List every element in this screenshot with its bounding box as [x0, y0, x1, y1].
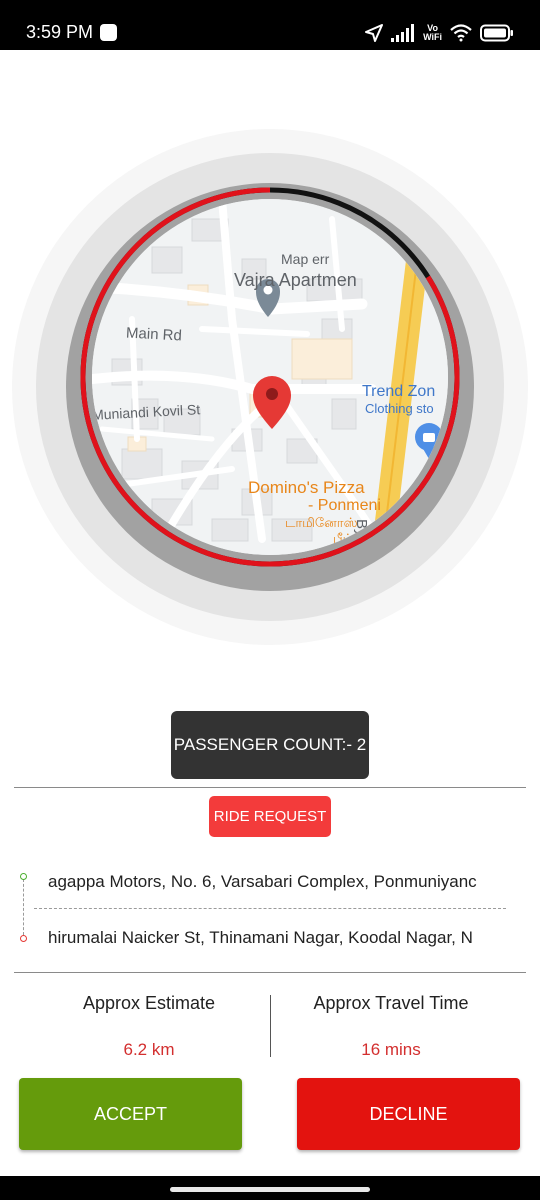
distance-value: 6.2 km: [123, 1040, 175, 1059]
map-label-trend: Trend Zon: [362, 383, 436, 400]
map-label-vajra: Vajra Apartmen: [234, 270, 357, 290]
map-error-label: Map err: [281, 251, 330, 267]
map-label-clothing: Clothing sto: [365, 401, 434, 416]
passenger-count-text: PASSENGER COUNT:- 2: [173, 735, 367, 754]
map-label-bypass: Bypas: [353, 519, 370, 555]
map-area: Map err Vajra Apartmen Main Rd Muniandi …: [0, 50, 540, 700]
map-label-dominos: Domino's Pizza: [248, 478, 365, 497]
map-label-main-rd: Main Rd: [125, 324, 183, 345]
pickup-address: agappa Motors, No. 6, Varsabari Complex,…: [48, 872, 477, 891]
decline-button[interactable]: DECLINE: [297, 1078, 520, 1150]
divider: [14, 972, 526, 973]
passenger-count-badge: PASSENGER COUNT:- 2: [171, 711, 369, 779]
map-label-dominos-3: டாமினோஸ்: [285, 515, 358, 530]
battery-icon: [480, 24, 513, 42]
distance-label: Approx Estimate: [82, 993, 216, 1013]
wifi-icon: [450, 24, 472, 42]
status-icons: Vo WiFi: [365, 20, 514, 46]
map-streets: [92, 199, 448, 555]
map-label-dominos-2: - Ponmeni: [308, 497, 381, 514]
divider: [14, 787, 526, 788]
signal-icon: [391, 24, 415, 42]
route-connector: [23, 879, 24, 935]
app-notification-icon: [100, 24, 117, 41]
decline-label: DECLINE: [369, 1103, 448, 1124]
time-value: 16 mins: [361, 1040, 421, 1059]
time-label: Approx Travel Time: [313, 993, 469, 1013]
status-time: 3:59 PM: [26, 22, 94, 42]
accept-label: ACCEPT: [93, 1103, 167, 1124]
location-arrow-icon: [365, 24, 384, 42]
vowifi-indicator: Vo WiFi: [423, 24, 442, 42]
ride-request-button[interactable]: RIDE REQUEST: [209, 796, 331, 837]
drop-address: hirumalai Naicker St, Thinamani Nagar, K…: [48, 928, 473, 947]
home-gesture-handle[interactable]: [170, 1187, 370, 1192]
route-separator: [34, 908, 506, 909]
drop-dot-icon: [20, 935, 27, 942]
status-bar: 3:59 PM Vo WiFi: [0, 0, 540, 50]
vowifi-wifi: WiFi: [423, 32, 442, 42]
map-view[interactable]: Map err Vajra Apartmen Main Rd Muniandi …: [92, 199, 448, 555]
pickup-dot-icon: [20, 873, 27, 880]
ride-request-label: RIDE REQUEST: [213, 808, 327, 825]
accept-button[interactable]: ACCEPT: [19, 1078, 242, 1150]
